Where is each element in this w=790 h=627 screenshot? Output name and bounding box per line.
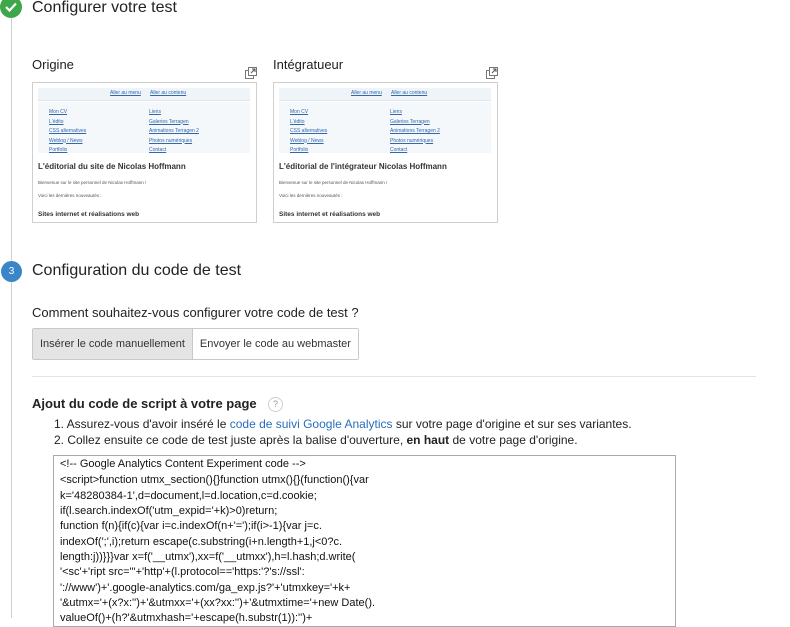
instruction-text: de votre page d'origine. [449,433,578,447]
analytics-tracking-code-link[interactable]: code de suivi Google Analytics [230,417,393,431]
thumb-text: Bienvenue sur le site personnel de Nicol… [38,180,147,185]
thumb-menu-item: Contact [390,147,408,153]
thumb-menu-item: CSS alternatives [49,128,87,134]
thumb-menu-item: Mon CV [49,109,68,115]
expand-preview-icon[interactable] [245,66,257,79]
step-complete-check-icon [0,0,22,18]
thumb-menu: Mon CV L'édito CSS alternatives Weblog /… [279,102,491,153]
thumb-menu-item: Animations Terragen 2 [390,128,440,134]
thumb-menu: Mon CV L'édito CSS alternatives Weblog /… [38,102,250,153]
thumb-text: Voici les dernières nouveautés : [279,193,343,198]
code-line: k='48280384-1',d=document,l=d.location,c… [60,490,317,502]
steps-rail [11,0,12,618]
code-line: '<sc'+'ript src="'+'http'+(l.protocol=='… [60,566,305,578]
thumb-menu-item: L'édito [49,118,64,125]
instruction-text: sur votre page d'origine et sur ses vari… [392,417,632,431]
thumb-menu-item: Galeries Terragen [390,118,430,125]
thumb-subheading: Sites internet et réalisations web [279,211,381,218]
thumb-text: Voici les dernières nouveautés : [38,193,102,198]
thumb-menu-item: Weblog / News [290,137,324,144]
preview-thumbnail-variant[interactable]: Aller au menu Aller au contenu Mon CV L'… [273,82,498,223]
code-line: valueOf()+(h?'&utmxhash='+escape(h.subst… [60,612,313,624]
thumb-menu-item: Photos numériques [149,137,193,144]
thumb-menu-item: Portfolio [290,147,309,153]
thumb-menu-item: Galeries Terragen [149,118,189,125]
thumb-heading: L'éditorial du site de Nicolas Hoffmann [38,162,186,171]
send-to-webmaster-button[interactable]: Envoyer le code au webmaster [192,329,358,359]
instruction-text: 2. Collez ensuite ce code de test juste … [54,433,407,447]
instruction-emphasis: en haut [406,433,450,447]
panel-label-original: Origine [32,57,74,72]
code-line: if(l.search.indexOf('utm_expid='+k)>0)re… [60,505,278,517]
thumb-text: Bienvenue sur le site personnel de Nicol… [279,180,388,185]
code-line: '&utmx='+(x?x:'')+'&utmxx='+(xx?xx:'')+'… [60,597,376,609]
panel-label-variant: Intégratueur [273,57,344,72]
code-line: length:j))}}}var x=f('__utmx'),xx=f('__u… [60,551,356,563]
instruction-step-1: 1. Assurez-vous d'avoir inséré le code d… [54,417,632,431]
thumb-menu-item: Mon CV [290,109,309,115]
thumb-nav-link: Aller au menu [110,90,141,96]
help-icon[interactable]: ? [268,397,283,412]
thumb-menu-item: CSS alternatives [290,128,328,134]
step-title-code-config: Configuration du code de test [32,262,242,279]
code-line: '://www')+'.google-analytics.com/ga_exp.… [60,582,351,594]
thumb-menu-item: Liens [149,109,161,115]
thumb-nav-link: Aller au contenu [150,90,187,96]
thumb-nav: Aller au menu Aller au contenu [279,88,491,101]
thumb-subheading: Sites internet et réalisations web [38,211,140,218]
instruction-text: 1. Assurez-vous d'avoir inséré le [54,417,230,431]
experiment-code-textarea[interactable]: <!-- Google Analytics Content Experiment… [53,455,676,627]
code-line: <script>function utmx_section(){}functio… [60,474,369,486]
expand-preview-icon[interactable] [486,66,498,79]
preview-thumbnail-original[interactable]: Aller au menu Aller au contenu Mon CV L'… [32,82,257,223]
config-question: Comment souhaitez-vous configurer votre … [32,305,359,320]
code-line: indexOf(';',i);return escape(c.substring… [60,536,343,548]
code-line: <!-- Google Analytics Content Experiment… [60,458,306,470]
section-divider [32,376,756,377]
config-method-toggle: Insérer le code manuellement Envoyer le … [32,328,359,360]
thumb-menu-item: Weblog / News [49,137,83,144]
thumb-menu-item: Liens [390,109,402,115]
thumb-menu-item: Animations Terragen 2 [149,128,199,134]
step-number-badge: 3 [1,261,22,282]
thumb-nav-link: Aller au contenu [391,90,428,96]
insert-manually-button[interactable]: Insérer le code manuellement [33,329,193,359]
thumb-nav-link: Aller au menu [351,90,382,96]
step-title-configure-test: Configurer votre test [32,0,177,16]
thumb-menu-item: Contact [149,147,167,153]
script-section-title: Ajout du code de script à votre page [32,396,257,411]
code-line: function f(n){if(c){var i=c.indexOf(n+'=… [60,520,322,532]
thumb-menu-item: Portfolio [49,147,68,153]
thumb-nav: Aller au menu Aller au contenu [38,88,250,101]
thumb-menu-item: Photos numériques [390,137,434,144]
thumb-menu-item: L'édito [290,118,305,125]
thumb-heading: L'éditorial de l'intégrateur Nicolas Hof… [279,162,447,171]
instruction-step-2: 2. Collez ensuite ce code de test juste … [54,433,578,447]
